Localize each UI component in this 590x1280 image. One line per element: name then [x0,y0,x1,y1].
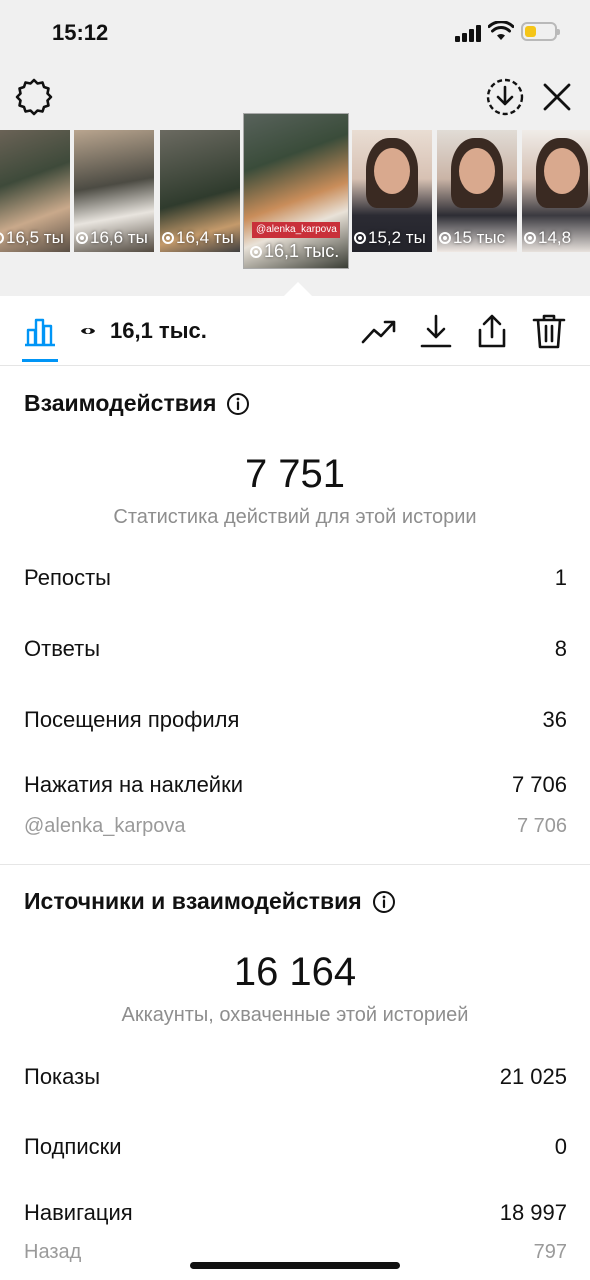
discovery-title: Источники и взаимодействия [24,888,396,915]
trash-icon[interactable] [530,312,568,350]
trend-up-icon[interactable] [360,312,398,350]
thumbnail-views: 16,5 ты [0,228,64,248]
story-thumbnail[interactable]: 16,5 ты [0,130,70,252]
share-icon[interactable] [473,312,511,350]
stat-row-shares: Репосты 1 [24,565,567,590]
thumbnail-views: 14,8 [524,228,571,248]
eye-icon [354,232,366,244]
story-thumbnail[interactable]: 15 тыс [437,130,517,252]
selection-pointer [284,282,312,296]
action-bar: 16,1 тыс. [0,296,590,366]
eye-icon [524,232,536,244]
wifi-icon [488,21,514,40]
interactions-caption: Статистика действий для этой истории [113,506,477,528]
story-thumbnail[interactable]: 16,6 ты [74,130,154,252]
info-icon[interactable] [372,890,396,914]
interactions-total: 7 751 [244,452,346,496]
discovery-caption: Аккаунты, охваченные этой историей [121,1004,469,1026]
status-bar: 15:12 [0,0,590,64]
download-circle-icon[interactable] [485,77,525,117]
discovery-total: 16 164 [233,950,357,994]
thumbnail-views: 16,6 ты [76,228,148,248]
stat-row-sticker-taps: Нажатия на наклейки 7 706 [24,772,567,797]
active-tab-indicator [22,359,58,362]
story-thumbnail[interactable]: 16,4 ты [160,130,240,252]
stat-row-profile-visits: Посещения профиля 36 [24,707,567,732]
stat-row-replies: Ответы 8 [24,636,567,661]
stat-subrow-back: Назад 797 [24,1241,567,1263]
interactions-title: Взаимодействия [24,390,250,417]
views-count: 16,1 тыс. [110,318,207,343]
stat-row-navigation: Навигация 18 997 [24,1200,567,1225]
info-icon[interactable] [226,392,250,416]
download-icon[interactable] [417,312,455,350]
story-thumbnail-selected[interactable]: @alenka_karpova 16,1 тыс. [243,113,349,269]
eye-icon [76,232,88,244]
eye-icon [250,246,262,258]
story-thumbnail[interactable]: 14,8 [522,130,590,252]
stat-subrow-mention: @alenka_karpova 7 706 [24,815,567,837]
gear-icon[interactable] [14,77,54,117]
bar-chart-icon[interactable] [22,312,58,348]
battery-icon [521,22,560,41]
stat-row-follows: Подписки 0 [24,1134,567,1159]
views-summary: 16,1 тыс. [80,318,207,344]
status-time: 15:12 [52,20,109,45]
home-indicator[interactable] [190,1262,400,1269]
battery-level [525,26,536,37]
eye-icon [0,232,4,244]
story-thumbnails: 16,5 ты 16,6 ты 16,4 ты @alenka_karpova … [0,113,590,269]
eye-icon [162,232,174,244]
close-icon[interactable] [539,79,575,115]
thumbnail-views: 16,1 тыс. [250,241,339,262]
story-preview-area: 15:12 16,5 ты 16,6 ты 16,4 ты @alenka_ka… [0,0,590,296]
thumbnail-views: 15,2 ты [354,228,426,248]
stat-row-impressions: Показы 21 025 [24,1064,567,1089]
cellular-signal-icon [455,24,485,42]
eye-icon [439,232,451,244]
eye-icon [81,328,95,334]
story-thumbnail[interactable]: 15,2 ты [352,130,432,252]
section-divider [0,864,590,865]
thumbnail-views: 15 тыс [439,228,505,248]
mention-sticker: @alenka_karpova [252,222,340,238]
thumbnail-views: 16,4 ты [162,228,234,248]
